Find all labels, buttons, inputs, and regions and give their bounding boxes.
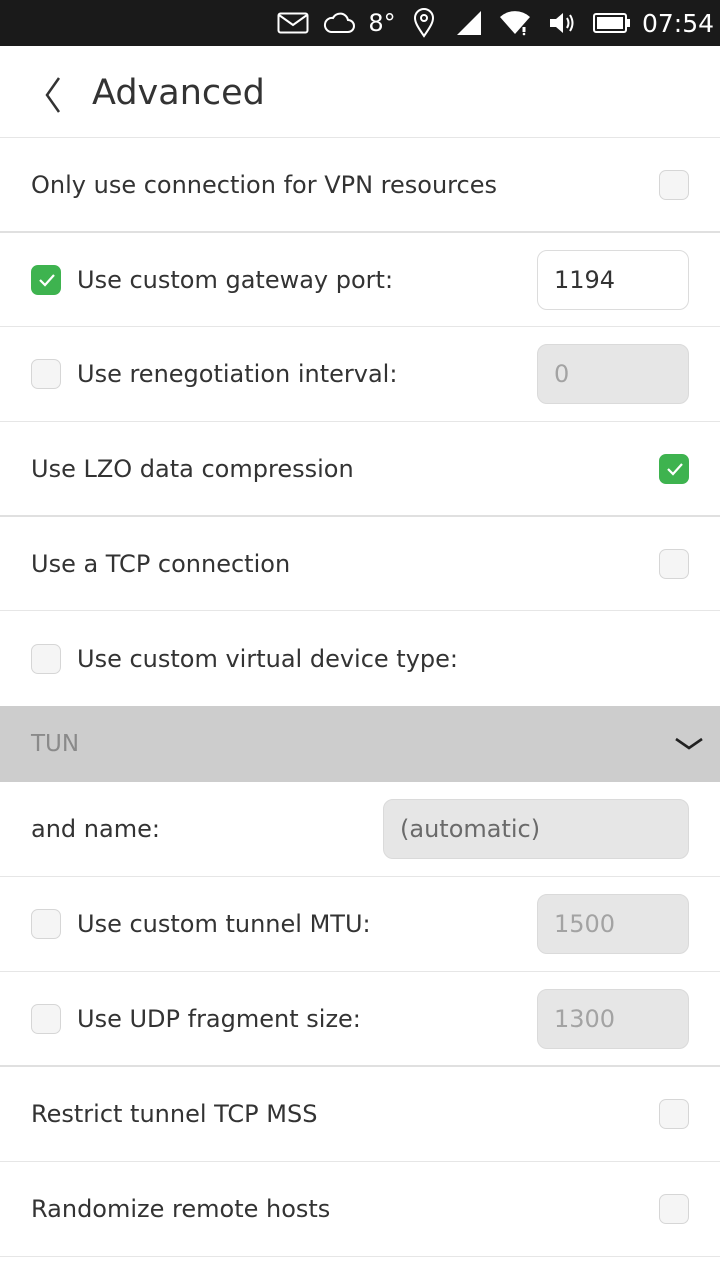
gateway-port-input[interactable]: 1194 xyxy=(537,249,689,310)
row-renegotiation: Use renegotiation interval: 0 xyxy=(0,327,720,422)
row-device-name: and name: (automatic) xyxy=(0,782,720,877)
randomize-hosts-label: Randomize remote hosts xyxy=(31,1195,331,1223)
udp-fragment-input[interactable]: 1300 xyxy=(537,988,689,1049)
row-device-type: Use custom virtual device type: xyxy=(0,611,720,706)
battery-icon xyxy=(592,0,632,46)
checkmark-icon xyxy=(667,462,683,476)
status-bar: 8° 07:54 xyxy=(0,0,720,46)
row-randomize-hosts: Randomize remote hosts xyxy=(0,1162,720,1257)
renegotiation-input[interactable]: 0 xyxy=(537,344,689,404)
row-vpn-only: Only use connection for VPN resources xyxy=(0,139,720,233)
clock: 07:54 xyxy=(641,8,715,38)
tcp-label: Use a TCP connection xyxy=(31,549,291,578)
device-type-select-value: TUN xyxy=(31,731,80,757)
chevron-left-icon xyxy=(45,77,61,113)
lzo-checkbox[interactable] xyxy=(659,453,689,484)
vpn-only-label: Only use connection for VPN resources xyxy=(31,171,497,199)
device-type-checkbox[interactable] xyxy=(31,643,61,674)
vpn-only-checkbox[interactable] xyxy=(659,170,689,200)
checkmark-icon xyxy=(39,273,55,287)
page-header: Advanced xyxy=(0,46,720,138)
renegotiation-label: Use renegotiation interval: xyxy=(77,360,398,388)
row-lzo: Use LZO data compression xyxy=(0,422,720,517)
row-tunnel-mtu: Use custom tunnel MTU: 1500 xyxy=(0,877,720,972)
row-gateway-port: Use custom gateway port: 1194 xyxy=(0,233,720,327)
tunnel-mtu-checkbox[interactable] xyxy=(31,909,61,939)
gateway-port-checkbox[interactable] xyxy=(31,264,61,295)
udp-fragment-checkbox[interactable] xyxy=(31,1003,61,1034)
row-udp-fragment: Use UDP fragment size: 1300 xyxy=(0,972,720,1067)
udp-fragment-label: Use UDP fragment size: xyxy=(77,1004,361,1033)
cellular-signal-icon xyxy=(454,0,484,46)
tcp-checkbox[interactable] xyxy=(659,548,689,579)
row-restrict-mss: Restrict tunnel TCP MSS xyxy=(0,1067,720,1162)
temperature: 8° xyxy=(368,9,396,37)
page-title: Advanced xyxy=(92,73,265,113)
volume-icon xyxy=(547,0,577,46)
renegotiation-checkbox[interactable] xyxy=(31,359,61,389)
restrict-mss-checkbox[interactable] xyxy=(659,1099,689,1129)
row-tcp: Use a TCP connection xyxy=(0,517,720,611)
tunnel-mtu-input[interactable]: 1500 xyxy=(537,894,689,954)
device-name-label: and name: xyxy=(31,815,160,843)
restrict-mss-label: Restrict tunnel TCP MSS xyxy=(31,1100,318,1128)
location-icon xyxy=(411,0,437,46)
device-name-input[interactable]: (automatic) xyxy=(383,799,689,859)
gateway-port-label: Use custom gateway port: xyxy=(77,265,394,294)
tunnel-mtu-label: Use custom tunnel MTU: xyxy=(77,910,371,938)
device-type-select[interactable]: TUN xyxy=(0,706,720,782)
randomize-hosts-checkbox[interactable] xyxy=(659,1194,689,1224)
message-icon xyxy=(276,0,310,46)
wifi-icon xyxy=(498,0,532,46)
back-button[interactable] xyxy=(28,72,78,118)
chevron-down-icon xyxy=(675,737,703,750)
lzo-label: Use LZO data compression xyxy=(31,454,354,483)
cloud-icon xyxy=(322,0,356,46)
device-type-label: Use custom virtual device type: xyxy=(77,644,458,673)
